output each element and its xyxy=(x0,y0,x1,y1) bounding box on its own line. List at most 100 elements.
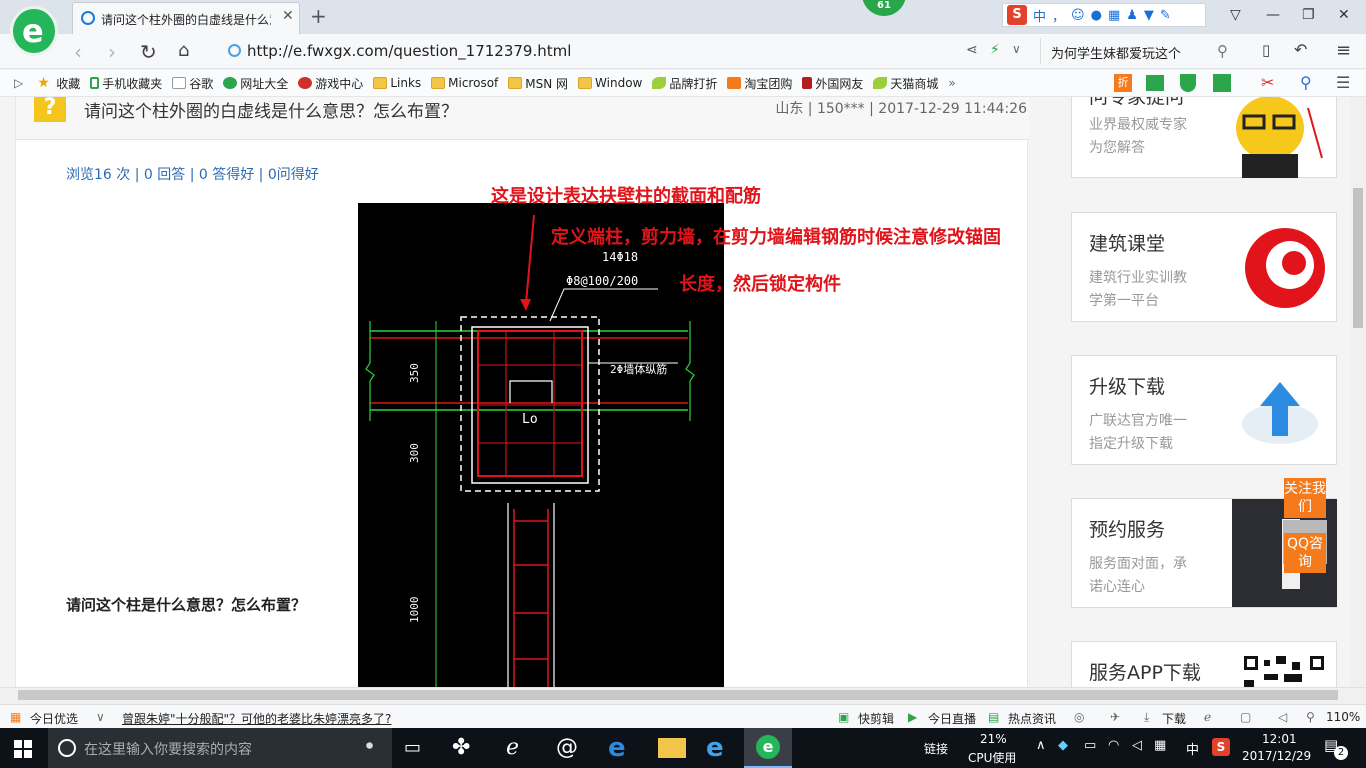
bookmark-tmall[interactable]: 天猫商城 xyxy=(873,75,938,92)
forward-icon[interactable]: › xyxy=(108,40,116,64)
sidebar-toggle-icon[interactable]: ▷ xyxy=(14,76,23,90)
bookmark-mobile[interactable]: 手机收藏夹 xyxy=(90,75,162,92)
spiral-app-icon[interactable]: @ xyxy=(556,734,584,762)
home-icon[interactable]: ⌂ xyxy=(178,40,189,61)
scissors-icon[interactable]: ✂ xyxy=(1261,73,1274,92)
clock-date[interactable]: 2017/12/29 xyxy=(1242,749,1311,763)
sidebar-card-app[interactable]: 服务APP下载 xyxy=(1071,641,1337,687)
plus-app-icon[interactable] xyxy=(1213,74,1231,92)
bookmark-taobao[interactable]: 淘宝团购 xyxy=(727,75,792,92)
restore-icon[interactable]: ❐ xyxy=(1302,7,1315,23)
ime-shirt-icon[interactable]: ▼ xyxy=(1144,8,1154,23)
speaker-icon[interactable]: ◁ xyxy=(1132,738,1142,753)
shirt-skin-icon[interactable]: ▽ xyxy=(1230,7,1241,23)
ime-emoji-icon[interactable]: ☺ xyxy=(1071,8,1085,23)
search-input[interactable]: 为何学生妹都爱玩这个 xyxy=(1051,43,1181,62)
refresh-icon[interactable]: ↻ xyxy=(140,40,157,64)
ime-keyboard-icon[interactable]: ▦ xyxy=(1108,8,1120,23)
download-link[interactable]: 下载 xyxy=(1162,710,1186,727)
phone-icon[interactable]: ▯ xyxy=(1262,41,1270,59)
more-tools-icon[interactable]: ☰ xyxy=(1336,73,1350,92)
kuaijianji-link[interactable]: 快剪辑 xyxy=(858,710,894,727)
bookmark-foreign[interactable]: 外国网友 xyxy=(802,75,863,92)
bookmark-favorites[interactable]: ★ 收藏 xyxy=(37,75,80,92)
window-icon[interactable]: ▢ xyxy=(1240,710,1251,724)
horizontal-scroll-thumb[interactable] xyxy=(18,690,1338,700)
undo-icon[interactable]: ↶ xyxy=(1294,40,1307,59)
edge-icon[interactable]: e xyxy=(608,734,636,762)
chevron-down-icon[interactable]: ∨ xyxy=(96,710,105,724)
bookmark-msn[interactable]: MSN 网 xyxy=(508,75,568,92)
bolt-icon[interactable]: ⚡ xyxy=(990,42,1000,58)
ime-lang[interactable]: 中 xyxy=(1033,6,1046,25)
ie-mode-icon[interactable]: ℯ xyxy=(1204,710,1211,724)
vertical-scrollbar[interactable] xyxy=(1350,97,1366,687)
browser-e-icon[interactable]: ℯ xyxy=(506,734,534,762)
taskbar-search[interactable]: 在这里输入你要搜索的内容 ⏺ xyxy=(48,728,392,768)
browser-logo-icon[interactable]: e xyxy=(10,6,58,56)
ime-toolbar[interactable]: S 中 ， ☺ ● ▦ ♟ ▼ ✎ xyxy=(1002,3,1206,27)
bookmark-daquan[interactable]: 网址大全 xyxy=(223,75,288,92)
search-box[interactable]: 为何学生妹都爱玩这个 ⚲ xyxy=(1040,38,1240,64)
task-view-icon[interactable]: ▭ xyxy=(404,734,432,762)
close-tab-icon[interactable]: ✕ xyxy=(282,8,294,24)
news-link[interactable]: 曾跟朱婷"十分般配"？可他的老婆比朱婷漂亮多了? xyxy=(122,710,391,727)
battery-icon[interactable]: ▭ xyxy=(1084,738,1096,753)
links-toolbar[interactable]: 链接 xyxy=(924,740,948,757)
search-icon[interactable]: ⚲ xyxy=(1217,42,1228,60)
tray-expand-icon[interactable]: ∧ xyxy=(1036,738,1046,753)
bookmark-microsoft[interactable]: Microsof xyxy=(431,76,498,90)
tab-active[interactable]: 请问这个柱外圈的白虚线是什么意思？怎么布置？ ✕ xyxy=(72,2,300,34)
bookmark-google[interactable]: 谷歌 xyxy=(172,75,213,92)
file-explorer-icon[interactable] xyxy=(658,738,686,758)
daily-picks[interactable]: 今日优选 xyxy=(30,710,78,727)
question-stats[interactable]: 浏览16 次 | 0 回答 | 0 答得好 | 0问得好 xyxy=(66,164,319,184)
clock-time[interactable]: 12:01 xyxy=(1262,732,1297,746)
bookmark-game[interactable]: 游戏中心 xyxy=(298,75,363,92)
hot-news-link[interactable]: 热点资讯 xyxy=(1008,710,1056,727)
ie-icon[interactable]: e xyxy=(706,734,734,762)
notification-badge[interactable]: 61 xyxy=(862,0,906,16)
new-tab-icon[interactable]: + xyxy=(310,4,327,28)
discount-icon[interactable]: 折 xyxy=(1114,74,1132,92)
qq-consult-button[interactable]: QQ咨询 xyxy=(1284,533,1326,573)
ime-punct[interactable]: ， xyxy=(1052,6,1065,25)
share-icon[interactable]: ⋖ xyxy=(966,42,978,58)
vertical-scroll-thumb[interactable] xyxy=(1353,188,1363,328)
live-link[interactable]: 今日直播 xyxy=(928,710,976,727)
minimize-icon[interactable]: — xyxy=(1266,7,1280,23)
bookmark-brand[interactable]: 品牌打折 xyxy=(652,75,717,92)
cortana-icon[interactable] xyxy=(58,739,76,757)
chevron-down-icon[interactable]: ∨ xyxy=(1012,42,1021,56)
url-text[interactable]: http://e.fwxgx.com/question_1712379.html xyxy=(247,42,571,60)
more-bookmarks-icon[interactable]: » xyxy=(948,76,955,90)
sidebar-card-upgrade[interactable]: 升级下载 广联达官方唯一 指定升级下载 xyxy=(1071,355,1337,465)
sogou-icon[interactable]: S xyxy=(1007,5,1027,25)
ime-indicator[interactable]: 中 xyxy=(1186,739,1199,758)
speed-icon[interactable]: ◎ xyxy=(1074,710,1084,724)
sidebar-card-expert[interactable]: 问专家提问 业界最权威专家 为您解答 xyxy=(1071,97,1337,178)
taskbar-search-input[interactable]: 在这里输入你要搜索的内容 xyxy=(84,739,252,759)
keyboard-icon[interactable]: ▦ xyxy=(1154,738,1166,753)
diamond-icon[interactable]: ◆ xyxy=(1058,738,1068,753)
ime-wrench-icon[interactable]: ✎ xyxy=(1160,8,1171,23)
follow-us-button[interactable]: 关注我们 xyxy=(1284,478,1326,518)
windows-start-icon[interactable] xyxy=(14,740,32,758)
bookmark-windows[interactable]: Window xyxy=(578,76,642,90)
back-icon[interactable]: ‹ xyxy=(74,40,82,64)
url-box[interactable]: http://e.fwxgx.com/question_1712379.html xyxy=(220,38,1040,64)
pinwheel-app-icon[interactable]: ✤ xyxy=(452,734,480,762)
active-browser-task[interactable]: e xyxy=(744,728,792,768)
pin-icon[interactable]: ✈ xyxy=(1110,710,1120,724)
book-icon[interactable] xyxy=(1146,75,1164,91)
wifi-icon[interactable]: ◠ xyxy=(1108,738,1119,753)
volume-icon[interactable]: ◁ xyxy=(1278,710,1287,724)
sogou-tray-icon[interactable]: S xyxy=(1212,738,1230,756)
bookmark-links[interactable]: Links xyxy=(373,76,421,90)
ime-user-icon[interactable]: ♟ xyxy=(1126,8,1138,23)
ime-mic-icon[interactable]: ● xyxy=(1091,8,1102,23)
sidebar-card-classroom[interactable]: 建筑课堂 建筑行业实训教 学第一平台 xyxy=(1071,212,1337,322)
menu-icon[interactable]: ≡ xyxy=(1336,40,1351,61)
magnifier-icon[interactable]: ⚲ xyxy=(1300,73,1312,92)
zoom-level[interactable]: 110% xyxy=(1326,710,1360,724)
